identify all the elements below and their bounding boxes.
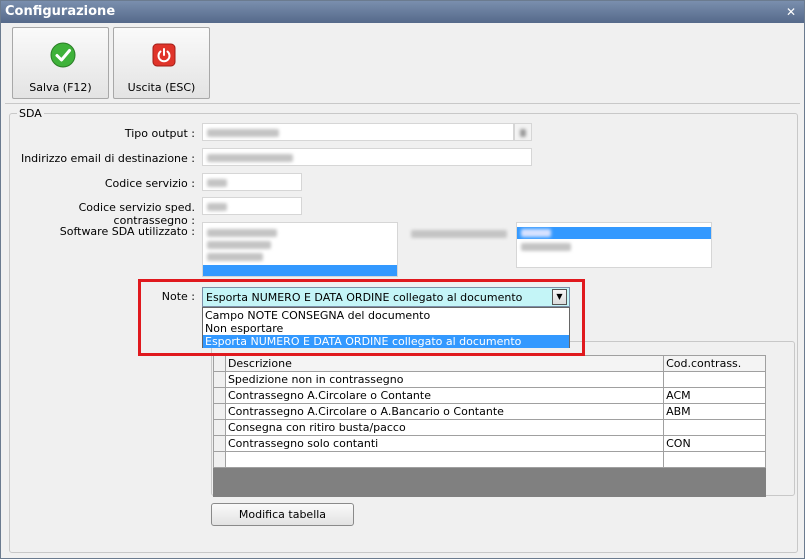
column-header-cod-contrass[interactable]: Cod.contrass. [663, 355, 766, 372]
table-cell[interactable] [224, 451, 665, 468]
table-cell[interactable]: Spedizione non in contrassegno [224, 371, 665, 388]
save-button-label: Salva (F12) [29, 81, 92, 94]
tipo-output-button[interactable] [514, 123, 532, 141]
table-row[interactable]: Spedizione non in contrassegno [213, 371, 766, 388]
save-button[interactable]: Salva (F12) [12, 27, 109, 99]
table-row[interactable]: Contrassegno A.Circolare o A.Bancario o … [213, 403, 766, 420]
selected-list-item[interactable] [203, 265, 397, 276]
tipo-output-label: Tipo output : [124, 127, 195, 140]
toolbar-separator [5, 103, 800, 104]
software-list-2[interactable] [516, 222, 712, 268]
codice-contrassegno-field[interactable] [202, 197, 302, 215]
software-list[interactable] [202, 222, 398, 277]
table-cell[interactable]: Contrassegno A.Circolare o Contante [224, 387, 665, 404]
software-label: Software SDA utilizzato : [59, 225, 195, 238]
title-bar: Configurazione ✕ [1, 1, 804, 23]
check-icon [50, 42, 76, 68]
note-combobox[interactable]: Esporta NUMERO E DATA ORDINE collegato a… [202, 287, 570, 307]
redacted-value [207, 129, 279, 137]
row-header-cell[interactable] [213, 419, 226, 436]
email-label: Indirizzo email di destinazione : [20, 152, 195, 165]
redacted-value [207, 253, 263, 261]
redacted-value [207, 179, 227, 187]
table-row[interactable] [213, 451, 766, 468]
email-field[interactable] [202, 148, 532, 166]
redacted-value [521, 229, 551, 237]
table-cell[interactable]: ACM [663, 387, 766, 404]
table-cell[interactable]: Contrassegno A.Circolare o A.Bancario o … [224, 403, 665, 420]
dropdown-option-selected[interactable]: Esporta NUMERO E DATA ORDINE collegato a… [203, 335, 569, 348]
table-cell[interactable]: ABM [663, 403, 766, 420]
table-cell[interactable] [663, 451, 766, 468]
exit-button[interactable]: Uscita (ESC) [113, 27, 210, 99]
group-legend: SDA [17, 107, 44, 120]
contrassegno-table[interactable]: Descrizione Cod.contrass. Spedizione non… [213, 355, 766, 497]
table-cell[interactable] [663, 371, 766, 388]
redacted-value [207, 229, 277, 237]
tipo-output-field[interactable] [202, 123, 514, 141]
row-header-cell[interactable] [213, 403, 226, 420]
row-header-cell [213, 355, 226, 372]
table-row[interactable]: Contrassegno A.Circolare o Contante ACM [213, 387, 766, 404]
redacted-value [521, 243, 571, 251]
column-header-descrizione[interactable]: Descrizione [224, 355, 665, 372]
row-header-cell[interactable] [213, 387, 226, 404]
table-row[interactable]: Contrassegno solo contanti CON [213, 435, 766, 452]
chevron-down-icon[interactable]: ▼ [552, 289, 567, 305]
codice-servizio-field[interactable] [202, 173, 302, 191]
power-icon [152, 43, 176, 67]
row-header-cell[interactable] [213, 371, 226, 388]
redacted-value [520, 129, 526, 137]
row-header-cell[interactable] [213, 451, 226, 468]
table-row[interactable]: Consegna con ritiro busta/pacco [213, 419, 766, 436]
config-window: Configurazione ✕ Salva (F12) Uscita (ESC… [0, 0, 805, 559]
table-cell[interactable] [663, 419, 766, 436]
note-dropdown-list[interactable]: Campo NOTE CONSEGNA del documento Non es… [202, 307, 570, 348]
close-icon[interactable]: ✕ [784, 5, 798, 19]
codice-contrassegno-label: Codice servizio sped. contrassegno : [78, 201, 195, 227]
note-selected-value: Esporta NUMERO E DATA ORDINE collegato a… [206, 291, 523, 304]
codice-servizio-label: Codice servizio : [104, 177, 195, 190]
redacted-label [411, 230, 507, 238]
redacted-value [207, 203, 227, 211]
window-title: Configurazione [5, 4, 116, 19]
table-cell[interactable]: Contrassegno solo contanti [224, 435, 665, 452]
table-cell[interactable]: Consegna con ritiro busta/pacco [224, 419, 665, 436]
redacted-value [207, 154, 293, 162]
modifica-tabella-button[interactable]: Modifica tabella [211, 503, 354, 526]
dropdown-option[interactable]: Non esportare [203, 322, 569, 335]
exit-button-label: Uscita (ESC) [127, 81, 196, 94]
row-header-cell[interactable] [213, 435, 226, 452]
dropdown-option[interactable]: Campo NOTE CONSEGNA del documento [203, 309, 569, 322]
redacted-value [207, 241, 271, 249]
table-header-row: Descrizione Cod.contrass. [213, 355, 766, 372]
table-cell[interactable]: CON [663, 435, 766, 452]
